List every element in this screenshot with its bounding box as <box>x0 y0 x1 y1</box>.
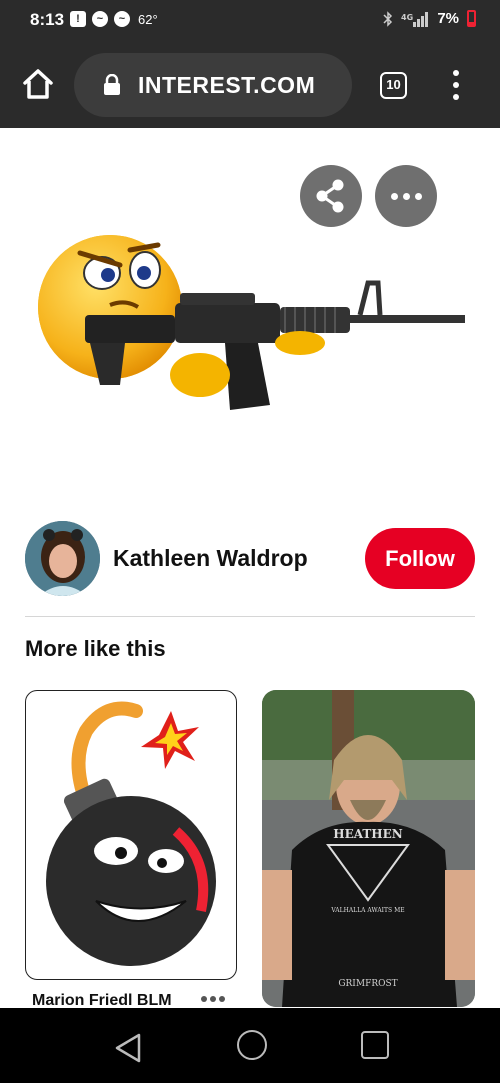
related-pin-card-shirt[interactable]: HEATHEN VALHALLA AWAITS ME GRIMFROST <box>262 690 475 1007</box>
card-more-icon[interactable] <box>201 996 225 1002</box>
tab-switcher-button[interactable]: 10 <box>380 72 407 99</box>
status-icons-left: ! ~ ~ 62° <box>70 11 158 27</box>
svg-text:4G: 4G <box>401 13 413 22</box>
related-pin-card-bomb[interactable] <box>25 690 237 980</box>
shirt-text-grimfrost: GRIMFROST <box>338 979 397 989</box>
emoji-with-rifle-image[interactable] <box>30 215 475 435</box>
status-temperature: 62° <box>138 11 158 27</box>
home-icon[interactable] <box>20 66 56 102</box>
lock-icon <box>104 74 120 95</box>
messenger-icon: ~ <box>114 11 130 27</box>
share-icon <box>316 179 344 213</box>
bluetooth-icon <box>383 10 393 27</box>
signal-icon: 4G <box>401 11 429 27</box>
follow-button[interactable]: Follow <box>365 528 475 589</box>
address-bar[interactable]: INTEREST.COM <box>74 53 352 117</box>
divider <box>25 616 475 617</box>
back-icon[interactable] <box>113 1032 143 1064</box>
battery-icon <box>467 10 476 27</box>
creator-avatar[interactable] <box>25 521 100 596</box>
url-text: INTEREST.COM <box>138 71 316 98</box>
dot <box>414 192 422 200</box>
shirt-text-valhalla: VALHALLA AWAITS ME <box>330 907 404 914</box>
system-nav-bar <box>0 1008 500 1083</box>
status-icons-right: 4G 7% <box>383 10 476 27</box>
avatar-image <box>25 521 100 596</box>
home-nav-icon[interactable] <box>237 1030 267 1060</box>
shirt-text-heathen: HEATHEN <box>333 827 403 841</box>
status-bar: 8:13 ! ~ ~ 62° 4G 7% <box>0 0 500 42</box>
bomb-image <box>46 701 216 966</box>
dot <box>390 192 398 200</box>
dot <box>402 192 410 200</box>
browser-menu-icon[interactable] <box>446 70 466 100</box>
heathen-shirt-image: HEATHEN VALHALLA AWAITS ME GRIMFROST <box>262 690 475 1007</box>
more-options-button[interactable] <box>375 165 437 227</box>
share-button[interactable] <box>300 165 362 227</box>
section-title-more-like-this: More like this <box>25 636 166 661</box>
alert-icon: ! <box>70 11 86 27</box>
battery-percent: 7% <box>437 10 459 27</box>
browser-toolbar: INTEREST.COM 10 <box>0 42 500 128</box>
status-time: 8:13 <box>30 10 65 29</box>
recents-icon[interactable] <box>361 1031 389 1059</box>
messenger-icon: ~ <box>92 11 108 27</box>
creator-name[interactable]: Kathleen Waldrop <box>113 545 308 572</box>
